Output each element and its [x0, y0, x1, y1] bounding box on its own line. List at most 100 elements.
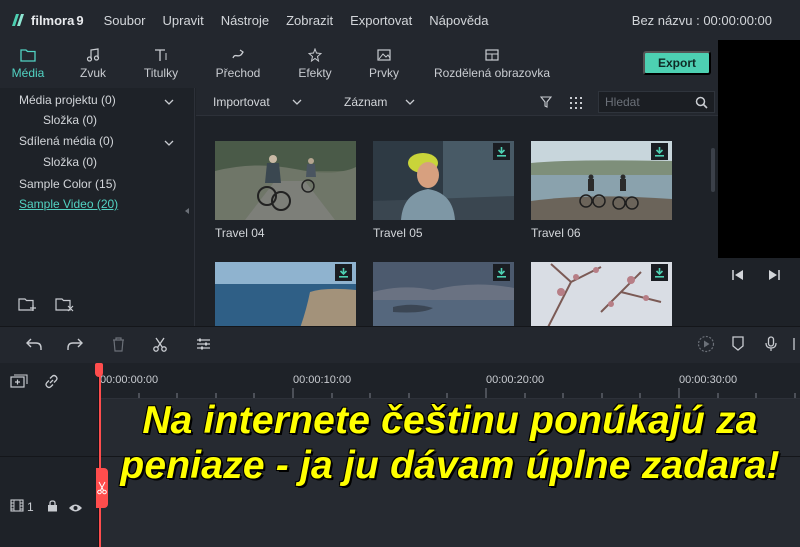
download-badge[interactable]	[493, 143, 510, 160]
sidebar-item-sample-video[interactable]: Sample Video (20)	[19, 197, 118, 211]
media-thumbnail[interactable]	[531, 262, 672, 326]
search-input[interactable]	[605, 95, 695, 109]
timeline-ruler[interactable]: 00:00:00:00 00:00:10:00 00:00:20:00 00:0…	[99, 363, 800, 399]
media-thumbnail[interactable]	[215, 141, 356, 220]
download-icon	[497, 268, 506, 278]
adjust-icon[interactable]	[196, 337, 211, 356]
tab-audio[interactable]: Zvuk	[73, 40, 113, 88]
link-icon[interactable]	[44, 374, 59, 394]
playhead-handle[interactable]	[95, 363, 103, 377]
import-dropdown[interactable]: Importovat	[213, 95, 302, 109]
ruler-tick-label: 00:00:20:00	[486, 374, 545, 386]
menu-nastroje[interactable]: Nástroje	[221, 13, 269, 28]
tab-label: Rozdělená obrazovka	[433, 66, 551, 80]
effects-icon	[308, 48, 322, 62]
filmora-logo-icon	[10, 12, 26, 28]
download-icon	[655, 268, 664, 278]
redo-icon[interactable]	[67, 337, 83, 356]
menu-soubor[interactable]: Soubor	[104, 13, 146, 28]
tab-transition[interactable]: Přechod	[210, 40, 266, 88]
download-badge[interactable]	[335, 264, 352, 281]
next-frame-icon[interactable]	[768, 268, 780, 286]
menu-exportovat[interactable]: Exportovat	[350, 13, 412, 28]
app-logo: filmora 9	[10, 12, 84, 28]
tab-label: Titulky	[143, 66, 179, 80]
split-screen-icon	[485, 49, 499, 61]
new-folder-icon[interactable]	[18, 296, 38, 317]
tab-titles[interactable]: Titulky	[138, 40, 184, 88]
undo-icon[interactable]	[26, 337, 42, 356]
chevron-down-icon	[292, 99, 302, 105]
media-tabs: Média Zvuk Titulky Přechod Efekty Prvky …	[0, 40, 718, 88]
grid-view-icon[interactable]	[570, 96, 582, 114]
sidebar-item-sample-color[interactable]: Sample Color (15)	[19, 177, 116, 191]
media-thumbnail[interactable]	[373, 262, 514, 326]
chevron-down-icon	[405, 99, 415, 105]
media-library-sidebar: Média projektu (0) Složka (0) Sdílená mé…	[0, 88, 195, 326]
eye-icon[interactable]	[68, 500, 83, 518]
ruler-tick-label: 00:00:00:00	[100, 374, 159, 386]
sidebar-item-folder[interactable]: Složka (0)	[43, 113, 97, 127]
chevron-down-icon[interactable]	[164, 93, 174, 111]
tab-elements[interactable]: Prvky	[362, 40, 406, 88]
delete-folder-icon[interactable]	[55, 296, 75, 317]
media-thumbnail[interactable]	[531, 141, 672, 220]
tab-label: Efekty	[298, 66, 332, 80]
media-thumbnail[interactable]	[215, 262, 356, 326]
search-box	[598, 91, 715, 113]
sidebar-item-shared-media[interactable]: Sdílená média (0)	[19, 134, 114, 148]
tab-effects[interactable]: Efekty	[292, 40, 338, 88]
export-button[interactable]: Export	[643, 51, 711, 75]
tab-label: Média	[11, 66, 45, 80]
import-label: Importovat	[213, 95, 270, 109]
split-scissors-icon[interactable]	[153, 337, 167, 357]
download-icon	[339, 268, 348, 278]
logo-text: filmora	[31, 12, 75, 28]
marker-icon[interactable]	[732, 336, 744, 356]
download-badge[interactable]	[493, 264, 510, 281]
tab-label: Přechod	[215, 66, 261, 80]
delete-icon[interactable]	[112, 337, 125, 357]
search-icon[interactable]	[695, 96, 708, 109]
caption-overlay: Na internete češtinu ponúkajú za peniaze…	[120, 399, 780, 487]
sidebar-item-project-media[interactable]: Média projektu (0)	[19, 93, 116, 107]
project-title: Bez názvu : 00:00:00:00	[631, 13, 772, 28]
download-icon	[655, 147, 664, 157]
record-dropdown[interactable]: Záznam	[344, 95, 415, 109]
ruler-ticks	[99, 388, 796, 398]
sidebar-item-folder[interactable]: Složka (0)	[43, 155, 97, 169]
download-badge[interactable]	[651, 143, 668, 160]
add-track-icon[interactable]	[10, 374, 28, 393]
ruler-tick-label: 00:00:10:00	[293, 374, 352, 386]
preview-below-panel	[718, 290, 800, 326]
menu-zobrazit[interactable]: Zobrazit	[286, 13, 333, 28]
chevron-down-icon[interactable]	[164, 134, 174, 152]
microphone-icon[interactable]	[765, 336, 777, 357]
preview-controls	[718, 258, 800, 290]
media-scrollbar[interactable]	[711, 148, 715, 192]
timeline-toolbar	[0, 326, 800, 363]
collapse-arrow-icon[interactable]	[185, 201, 190, 219]
menu-napoveda[interactable]: Nápověda	[429, 13, 488, 28]
render-preview-icon[interactable]	[697, 335, 715, 358]
track-number: 1	[27, 500, 34, 514]
media-toolbar: Importovat Záznam	[196, 88, 718, 116]
media-thumbnail[interactable]	[373, 141, 514, 220]
text-icon	[155, 49, 167, 61]
filter-icon[interactable]	[539, 95, 553, 113]
logo-version: 9	[76, 12, 84, 28]
menu-bar: filmora 9 Soubor Upravit Nástroje Zobraz…	[0, 0, 800, 40]
menu-upravit[interactable]: Upravit	[163, 13, 204, 28]
tab-media[interactable]: Média	[8, 40, 48, 88]
music-note-icon	[86, 48, 100, 62]
lock-icon[interactable]	[47, 499, 58, 517]
prev-frame-icon[interactable]	[732, 268, 744, 286]
media-label: Travel 06	[531, 226, 581, 240]
more-icon[interactable]	[793, 336, 800, 357]
record-label: Záznam	[344, 95, 388, 109]
tab-split-screen[interactable]: Rozdělená obrazovka	[432, 40, 552, 88]
transition-icon	[232, 49, 244, 59]
media-grid: Travel 04 Travel 05 Travel 06	[196, 117, 718, 326]
image-icon	[377, 49, 391, 61]
download-badge[interactable]	[651, 264, 668, 281]
